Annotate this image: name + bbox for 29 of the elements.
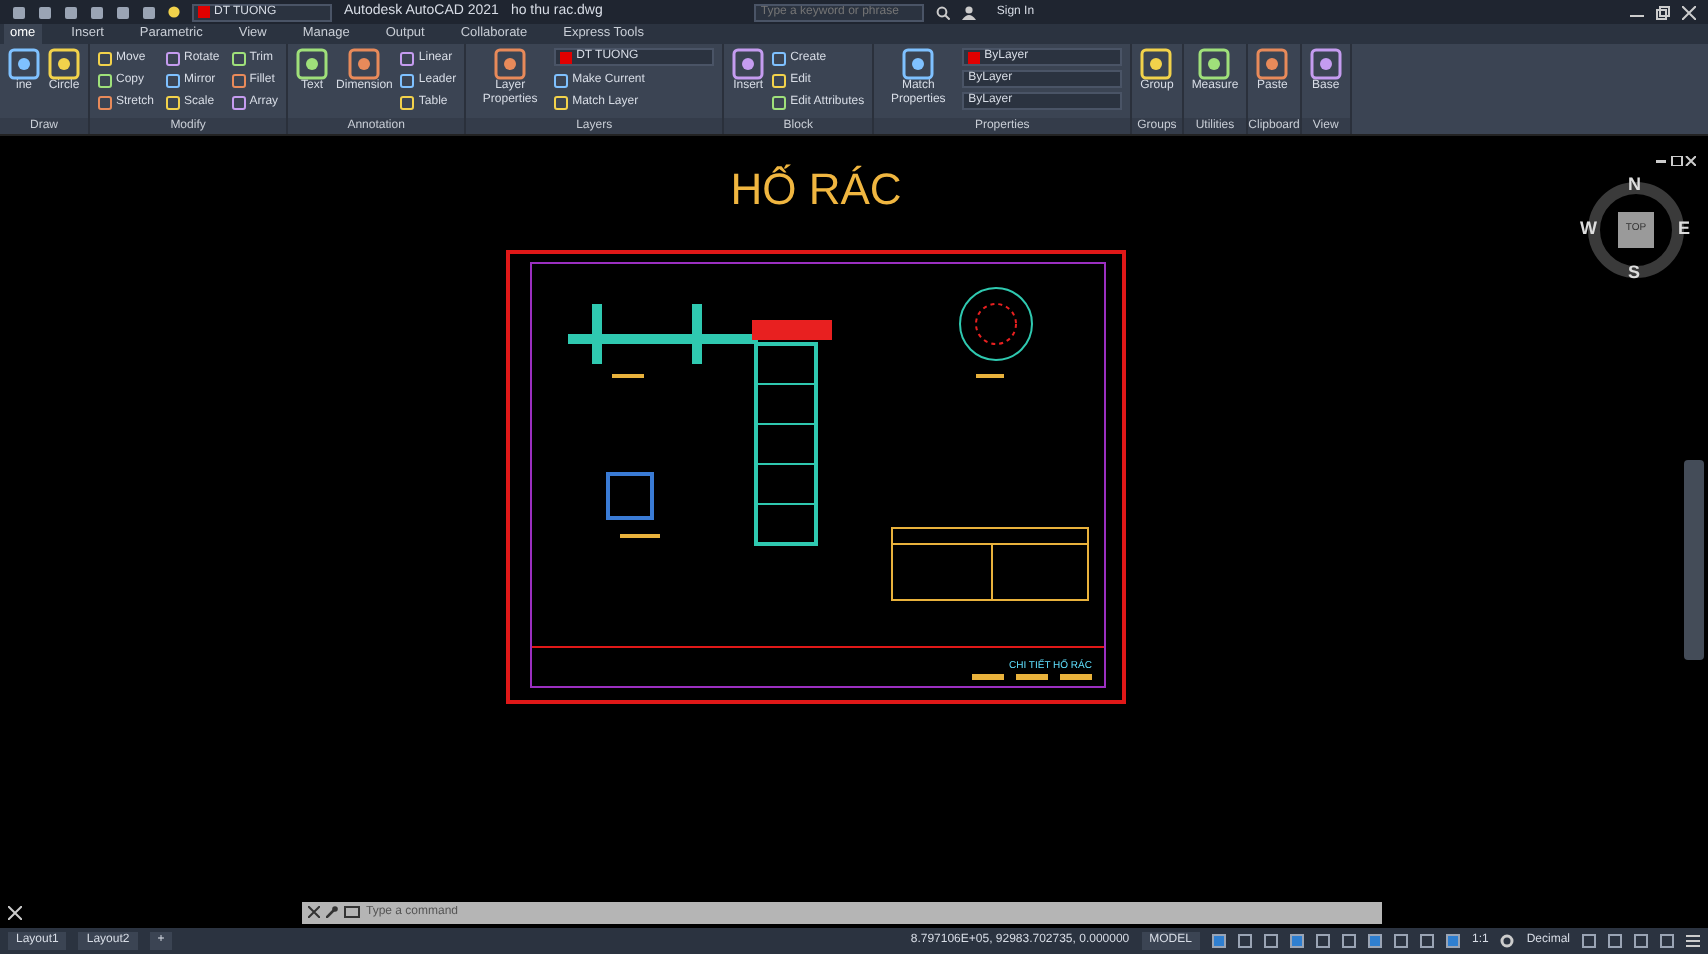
title-block-bars	[972, 674, 1092, 680]
close-icon	[308, 906, 320, 918]
close-icon	[1682, 5, 1696, 19]
scroll-bar[interactable]	[1684, 460, 1704, 660]
menu-icon	[1686, 934, 1700, 948]
tool-icon	[902, 48, 935, 80]
user-icon	[962, 5, 977, 19]
tool-icon	[1198, 48, 1231, 80]
tool-icon	[1256, 48, 1289, 80]
tool-icon	[494, 48, 527, 80]
tool-icon	[732, 48, 765, 80]
layer-color-swatch	[198, 6, 210, 18]
tool-icon	[348, 48, 381, 80]
compass-east[interactable]: E	[1678, 220, 1691, 238]
tool-icon	[296, 48, 329, 80]
tool-icon	[48, 48, 80, 80]
search-icon	[936, 5, 951, 19]
tool-icon	[1140, 48, 1173, 80]
viewport-controls-icon	[1656, 156, 1696, 166]
restore-icon	[1656, 5, 1670, 19]
drawing-title: HỐ RÁC	[730, 162, 902, 218]
tool-icon	[8, 48, 40, 80]
tool-icon	[1309, 48, 1342, 80]
compass-south[interactable]: S	[1628, 264, 1641, 282]
prompt-icon	[344, 906, 360, 918]
close-icon	[8, 905, 22, 919]
compass-west[interactable]: W	[1580, 220, 1597, 238]
wrench-icon	[326, 906, 338, 918]
compass-north[interactable]: N	[1628, 176, 1641, 194]
